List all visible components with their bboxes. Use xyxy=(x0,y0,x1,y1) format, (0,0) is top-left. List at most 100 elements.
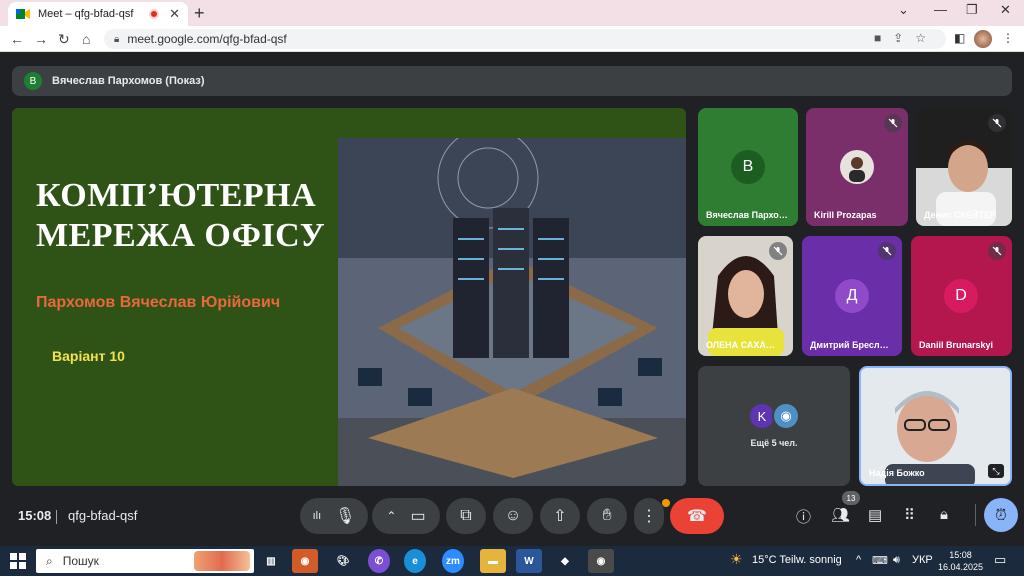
presenter-label: Вячеслав Пархомов (Показ) xyxy=(52,75,205,87)
word-taskbar-icon[interactable]: W xyxy=(516,549,542,573)
participant-name: Kirill Prozapas xyxy=(814,210,877,220)
tray-overflow-icon[interactable]: ^ xyxy=(856,554,861,566)
language-indicator[interactable]: УКР xyxy=(912,554,933,566)
recording-indicator-icon xyxy=(149,9,160,19)
present-button[interactable]: ⇧ xyxy=(540,498,580,534)
omnibox-action-icons[interactable]: ■⇪☆ xyxy=(874,31,938,45)
windows-start-icon[interactable] xyxy=(10,553,26,569)
camera-control[interactable]: ⌃ ▭ xyxy=(372,498,440,534)
participant-name: Денис СКЕЙТЕР xyxy=(924,210,996,220)
divider xyxy=(56,510,57,524)
participant-name: Вячеслав Пархо… xyxy=(706,210,788,220)
weather-text[interactable]: 15°C Teilw. sonnig xyxy=(752,554,842,566)
participant-tile[interactable]: В Вячеслав Пархо… xyxy=(698,108,798,226)
end-call-icon: ☎︎ xyxy=(687,508,707,525)
participant-tile[interactable]: ОЛЕНА САХА… xyxy=(698,236,793,356)
mic-off-icon xyxy=(988,242,1006,260)
more-participants-label: Ещё 5 чел. xyxy=(750,438,798,448)
participant-avatar: Д xyxy=(835,279,869,313)
host-controls-icon[interactable]: 🔒︎ xyxy=(940,506,948,523)
tab-search-icon[interactable]: ⌄ xyxy=(898,2,909,18)
url-input[interactable]: 🔒︎ meet.google.com/qfg-bfad-qsf ■⇪☆ xyxy=(104,29,946,49)
zoom-taskbar-icon[interactable]: zm xyxy=(442,549,464,573)
globe-avatar-icon: ◉ xyxy=(772,402,800,430)
meeting-code: qfg-bfad-qsf xyxy=(68,508,138,523)
address-bar-row: ← → ↻ ⌂ 🔒︎ meet.google.com/qfg-bfad-qsf … xyxy=(0,26,1024,52)
chrome-menu-icon[interactable]: ⋮ xyxy=(1002,31,1014,45)
chrome-taskbar-icon[interactable]: ◉ xyxy=(292,549,318,573)
app-taskbar-icon[interactable]: ◆ xyxy=(552,549,578,573)
meet-favicon-icon xyxy=(16,9,30,19)
task-view-icon[interactable]: ▥ xyxy=(258,549,284,573)
reload-icon[interactable]: ↻ xyxy=(58,31,70,48)
forward-icon[interactable]: → xyxy=(34,31,48,47)
present-icon: ⇧ xyxy=(553,508,567,525)
participant-tile[interactable]: Kirill Prozapas xyxy=(806,108,908,226)
restore-button[interactable]: ❐ xyxy=(966,2,978,18)
raise-hand-button[interactable]: ✋︎ xyxy=(587,498,627,534)
sidepanel-icon[interactable]: ◧ xyxy=(954,31,965,45)
windows-taskbar: ⌕ Пошук ▥ ◉ 🎨︎ ✆ e zm ▬ W ◆ ◉ ☀︎ 15°C Te… xyxy=(0,546,1024,576)
participant-tile[interactable]: D Daniil Brunarskyi xyxy=(911,236,1012,356)
minimize-button[interactable]: — xyxy=(934,2,947,17)
viber-taskbar-icon[interactable]: ✆ xyxy=(368,549,390,573)
timer-button[interactable]: ⏰︎ xyxy=(984,498,1018,532)
taskbar-date: 16.04.2025 xyxy=(938,562,984,572)
edge-taskbar-icon[interactable]: e xyxy=(404,549,426,573)
tab-title: Meet – qfg-bfad-qsf xyxy=(38,8,134,20)
audio-wave-icon: ılı xyxy=(312,510,322,522)
volume-icon[interactable]: 🔊︎ xyxy=(893,554,900,567)
mic-off-icon xyxy=(878,242,896,260)
presenter-bar: В Вячеслав Пархомов (Показ) xyxy=(12,66,1012,96)
profile-avatar[interactable] xyxy=(974,30,992,48)
close-window-button[interactable]: ✕ xyxy=(1000,2,1011,18)
info-icon[interactable]: ⓘ xyxy=(796,506,811,527)
notifications-icon[interactable]: ▭ xyxy=(994,552,1006,568)
pip-icon[interactable]: ⤡ xyxy=(988,464,1004,478)
chrome-active-taskbar-icon[interactable]: ◉ xyxy=(588,549,614,573)
people-icon[interactable]: 👥︎ xyxy=(831,506,850,524)
reactions-button[interactable]: ☺ xyxy=(493,498,533,534)
tab-close-icon[interactable]: ✕ xyxy=(169,6,180,22)
participant-avatar: D xyxy=(944,279,978,313)
site-info-icon[interactable]: 🔒︎ xyxy=(114,34,119,45)
activities-icon[interactable]: ⠿ xyxy=(904,506,915,524)
captions-icon: ⧉ xyxy=(460,507,472,524)
chevron-up-icon[interactable]: ⌃ xyxy=(386,509,396,523)
presentation-slide: КОМП’ЮТЕРНА МЕРЕЖА ОФІСУ Пархомов Вячесл… xyxy=(12,108,686,486)
more-options-button[interactable]: ⋮ xyxy=(634,498,664,534)
leave-call-button[interactable]: ☎︎ xyxy=(670,498,724,534)
more-vertical-icon: ⋮ xyxy=(641,508,657,525)
paint-taskbar-icon[interactable]: 🎨︎ xyxy=(330,549,356,573)
file-explorer-icon[interactable]: ▬ xyxy=(480,549,506,573)
new-tab-button[interactable]: + xyxy=(194,3,205,24)
self-view-tile[interactable]: Надія Божко ⤡ xyxy=(859,366,1012,486)
back-icon[interactable]: ← xyxy=(10,31,24,47)
search-highlight-image xyxy=(194,551,250,571)
participant-tile[interactable]: Д Дмитрий Бресл… xyxy=(802,236,902,356)
slide-title-line1: КОМП’ЮТЕРНА xyxy=(36,177,317,214)
taskbar-clock[interactable]: 15:08 16.04.2025 xyxy=(938,549,983,573)
slide-variant: Варіант 10 xyxy=(52,348,125,364)
browser-tab-bar: Meet – qfg-bfad-qsf ✕ + ⌄ — ❐ ✕ xyxy=(0,0,1024,26)
browser-tab[interactable]: Meet – qfg-bfad-qsf ✕ xyxy=(8,2,188,26)
emoji-icon: ☺ xyxy=(504,507,522,524)
taskbar-search[interactable]: ⌕ Пошук xyxy=(36,549,254,573)
captions-button[interactable]: ⧉ xyxy=(446,498,486,534)
home-icon[interactable]: ⌂ xyxy=(82,31,90,47)
participant-tile[interactable]: Денис СКЕЙТЕР xyxy=(916,108,1012,226)
search-placeholder: Пошук xyxy=(62,554,99,568)
presenter-avatar: В xyxy=(24,72,42,90)
network-icon[interactable]: ⌨︎ xyxy=(872,554,888,567)
slide-author: Пархомов Вячеслав Юрійович xyxy=(36,294,281,311)
mic-control[interactable]: ılı 🎙︎ xyxy=(300,498,368,534)
participant-name: Daniil Brunarskyi xyxy=(919,340,994,350)
mic-off-icon xyxy=(884,114,902,132)
chat-icon[interactable]: ▤ xyxy=(868,506,882,524)
alarm-icon: ⏰︎ xyxy=(995,506,1007,524)
office-network-illustration xyxy=(338,138,686,486)
more-avatars: K ◉ xyxy=(748,402,800,430)
taskbar-time: 15:08 xyxy=(949,550,972,560)
meeting-clock: 15:08 xyxy=(18,508,52,523)
more-participants-tile[interactable]: K ◉ Ещё 5 чел. xyxy=(698,366,850,486)
